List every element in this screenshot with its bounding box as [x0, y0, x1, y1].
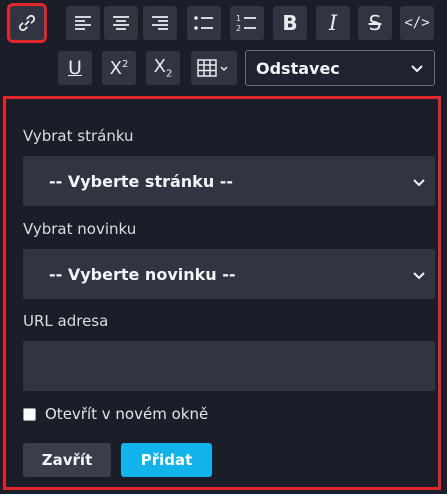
chevron-down-icon	[413, 265, 425, 284]
table-icon	[196, 58, 232, 78]
align-right-button[interactable]	[143, 6, 177, 40]
new-window-label: Otevřít v novém okně	[45, 405, 209, 423]
link-dialog: Vybrat stránku -- Vyberte stránku -- Vyb…	[3, 96, 441, 490]
underline-icon: U	[68, 57, 82, 79]
new-window-checkbox[interactable]	[23, 407, 36, 421]
bold-button[interactable]: B	[273, 6, 307, 40]
url-input[interactable]	[23, 341, 435, 391]
link-icon	[17, 13, 37, 33]
svg-text:1: 1	[236, 14, 241, 23]
new-window-option[interactable]: Otevřít v novém okně	[23, 404, 208, 424]
page-select-value: -- Vyberte stránku --	[49, 171, 234, 191]
strikethrough-icon: S	[368, 11, 382, 35]
table-button[interactable]	[191, 51, 237, 85]
close-button[interactable]: Zavřít	[23, 443, 111, 477]
bullet-list-icon	[193, 14, 215, 32]
url-label: URL adresa	[23, 312, 109, 330]
chevron-down-icon	[413, 172, 425, 191]
paragraph-format-select[interactable]: Odstavec	[245, 50, 435, 86]
news-select[interactable]: -- Vyberte novinku --	[23, 249, 435, 299]
align-right-icon	[150, 14, 170, 32]
svg-text:2: 2	[236, 24, 241, 33]
underline-button[interactable]: U	[58, 51, 92, 85]
numbered-list-button[interactable]: 1 2	[230, 6, 264, 40]
subscript-button[interactable]: X2	[146, 51, 180, 85]
align-center-button[interactable]	[104, 6, 138, 40]
align-left-button[interactable]	[66, 6, 100, 40]
page-select[interactable]: -- Vyberte stránku --	[23, 156, 435, 206]
news-select-value: -- Vyberte novinku --	[49, 264, 236, 284]
bold-icon: B	[282, 11, 298, 35]
align-left-icon	[73, 14, 93, 32]
add-button[interactable]: Přidat	[121, 443, 212, 477]
subscript-icon: X2	[153, 56, 173, 80]
superscript-icon: X2	[109, 57, 129, 79]
numbered-list-icon: 1 2	[236, 13, 258, 33]
italic-icon: I	[328, 11, 338, 35]
bullet-list-button[interactable]	[187, 6, 221, 40]
code-icon: </>	[404, 15, 430, 31]
superscript-button[interactable]: X2	[102, 51, 136, 85]
format-select-value: Odstavec	[256, 58, 340, 78]
italic-button[interactable]: I	[316, 6, 350, 40]
link-button[interactable]	[7, 3, 47, 43]
news-select-label: Vybrat novinku	[23, 220, 137, 238]
strikethrough-button[interactable]: S	[358, 6, 392, 40]
align-center-icon	[111, 14, 131, 32]
page-select-label: Vybrat stránku	[23, 127, 134, 145]
chevron-down-icon	[410, 59, 424, 78]
editor-toolbar: 1 2 B I S </> U X2 X2 Odstavec	[0, 0, 447, 94]
code-button[interactable]: </>	[400, 6, 434, 40]
